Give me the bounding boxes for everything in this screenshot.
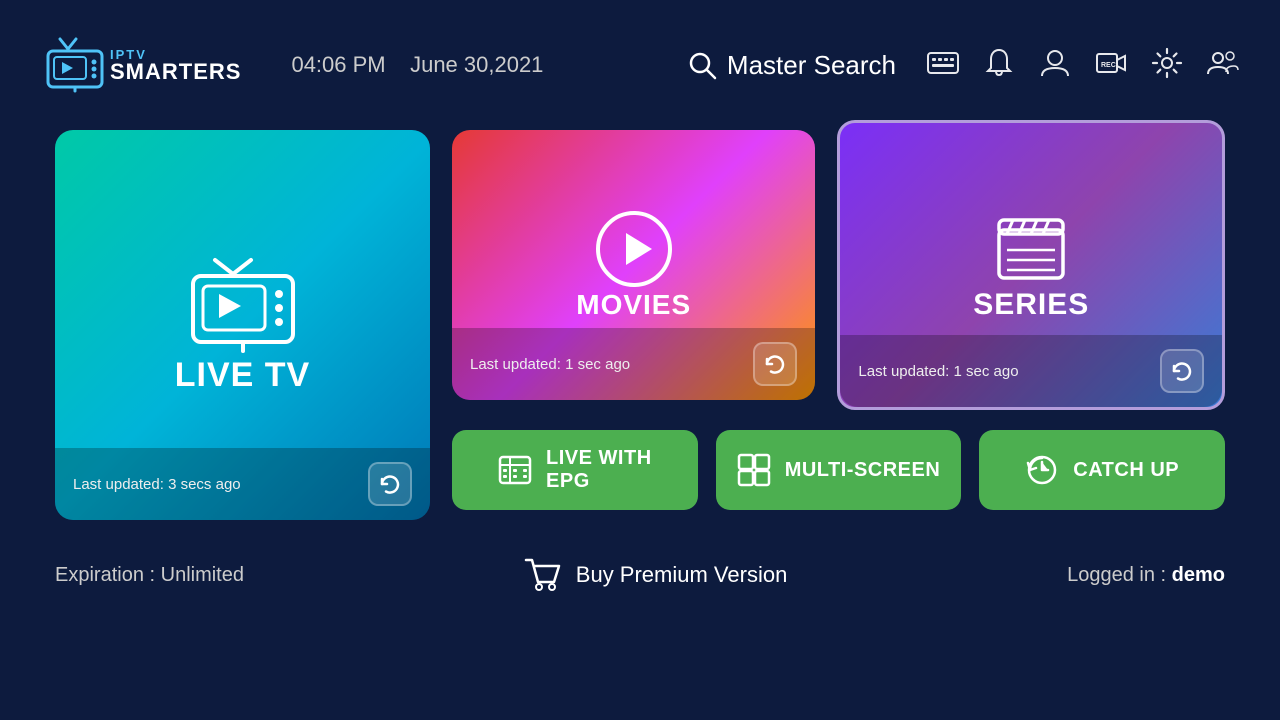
logo-area: IPTV SMARTERS [40,35,241,95]
multi-screen-btn[interactable]: MULTI-SCREEN [716,430,962,510]
movies-last-updated: Last updated: 1 sec ago [470,356,630,373]
expiry-label: Expiration : [55,564,155,586]
catch-up-icon [1025,453,1059,487]
movies-footer: Last updated: 1 sec ago [452,328,815,400]
header-icons: REC [926,46,1240,85]
cards-row: LIVE TV Last updated: 3 secs ago [55,130,1225,520]
series-last-updated: Last updated: 1 sec ago [858,363,1018,380]
buy-premium-label: Buy Premium Version [576,562,788,588]
settings-icon-btn[interactable] [1150,46,1184,85]
bottom-info: Expiration : Unlimited Buy Premium Versi… [0,536,1280,594]
live-tv-footer: Last updated: 3 secs ago [55,448,430,520]
series-card[interactable]: SERIES Last updated: 1 sec ago [837,120,1225,410]
search-area[interactable]: Master Search [687,50,896,81]
logo-text: IPTV SMARTERS [110,48,241,83]
notification-icon-btn[interactable] [982,46,1016,85]
profile-icon-btn[interactable] [1038,46,1072,85]
datetime: 04:06 PM June 30,2021 [291,52,543,78]
live-tv-label: LIVE TV [175,356,310,395]
time-display: 04:06 PM [291,52,385,77]
live-tv-refresh-btn[interactable] [368,462,412,506]
right-col: MOVIES Last updated: 1 sec ago [452,130,1225,510]
live-epg-btn[interactable]: LIVE WITH EPG [452,430,698,510]
movies-card[interactable]: MOVIES Last updated: 1 sec ago [452,130,815,400]
logged-in-label: Logged in : [1067,564,1166,586]
search-label: Master Search [727,50,896,81]
series-label: SERIES [973,288,1089,322]
top-cards: MOVIES Last updated: 1 sec ago [452,130,1225,410]
bottom-buttons: LIVE WITH EPG MULTI-SCREEN [452,430,1225,510]
search-icon [687,50,717,80]
movies-play-icon [594,209,674,289]
cart-icon [524,556,562,594]
live-epg-line2: EPG [546,470,590,493]
multi-screen-label: MULTI-SCREEN [785,459,941,482]
live-epg-line1: LIVE WITH [546,447,652,470]
header: IPTV SMARTERS 04:06 PM June 30,2021 Mast… [0,0,1280,130]
logged-in-text: Logged in : demo [1067,564,1225,587]
live-tv-icon [183,256,303,356]
live-epg-icon [498,453,532,487]
movies-refresh-btn[interactable] [753,342,797,386]
multi-screen-icon [737,453,771,487]
catch-up-label: CATCH UP [1073,459,1179,482]
multiuser-icon-btn[interactable] [1206,46,1240,85]
record-icon-btn[interactable]: REC [1094,46,1128,85]
buy-premium-btn[interactable]: Buy Premium Version [524,556,788,594]
date-display: June 30,2021 [410,52,543,77]
series-footer: Last updated: 1 sec ago [840,335,1222,407]
logged-in-user: demo [1172,564,1225,586]
movies-label: MOVIES [576,289,691,321]
series-clapper-icon [991,208,1071,288]
logo-tv-icon [40,35,110,95]
logo-smarters: SMARTERS [110,61,241,83]
svg-text:REC: REC [1101,62,1116,69]
keyboard-icon-btn[interactable] [926,46,960,85]
catch-up-btn[interactable]: CATCH UP [979,430,1225,510]
expiry-text: Expiration : Unlimited [55,564,244,587]
live-tv-card[interactable]: LIVE TV Last updated: 3 secs ago [55,130,430,520]
live-epg-labels: LIVE WITH EPG [546,447,652,493]
main-content: LIVE TV Last updated: 3 secs ago [0,130,1280,520]
expiry-value: Unlimited [161,564,244,586]
live-tv-last-updated: Last updated: 3 secs ago [73,476,241,493]
series-refresh-btn[interactable] [1160,349,1204,393]
